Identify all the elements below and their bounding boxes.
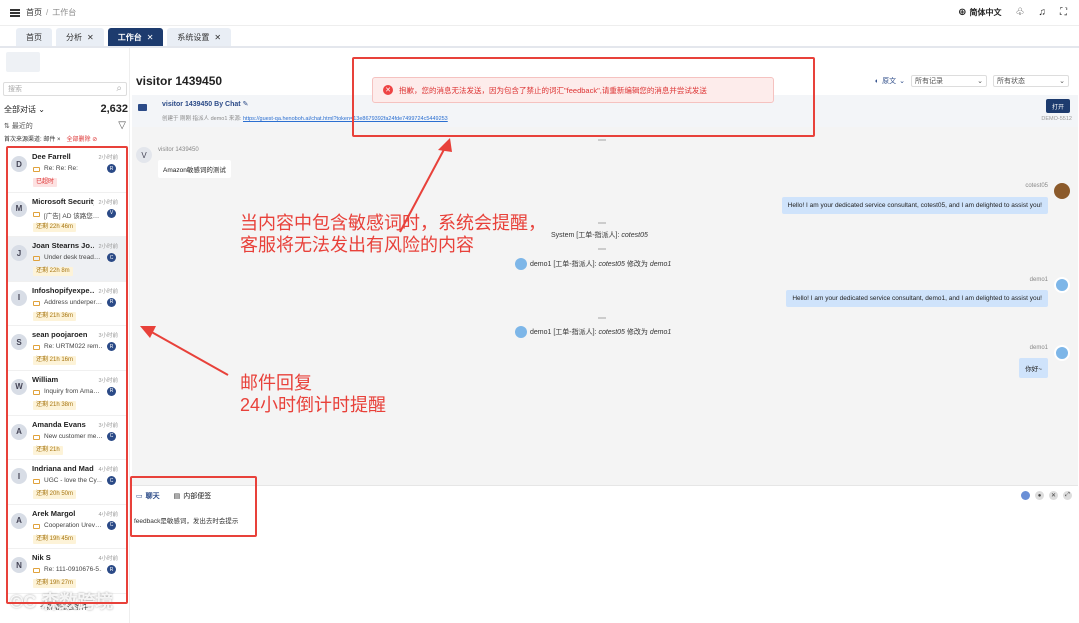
- annotation-line: 24小时倒计时提醒: [240, 395, 387, 415]
- arrow-head: [140, 326, 156, 338]
- arrow-to-list: [147, 329, 229, 376]
- annotation-email: 邮件回复 24小时倒计时提醒: [240, 372, 386, 416]
- annotation-line: 客服将无法发出有风险的内容: [240, 235, 474, 255]
- annotation-line: 邮件回复: [240, 373, 312, 393]
- annotation-sensitive: 当内容中包含敏感词时，系统会提醒， 客服将无法发出有风险的内容: [240, 212, 546, 256]
- arrow-head: [438, 138, 452, 152]
- annotation-line: 当内容中包含敏感词时，系统会提醒，: [240, 213, 546, 233]
- annotation-arrows: [140, 138, 452, 376]
